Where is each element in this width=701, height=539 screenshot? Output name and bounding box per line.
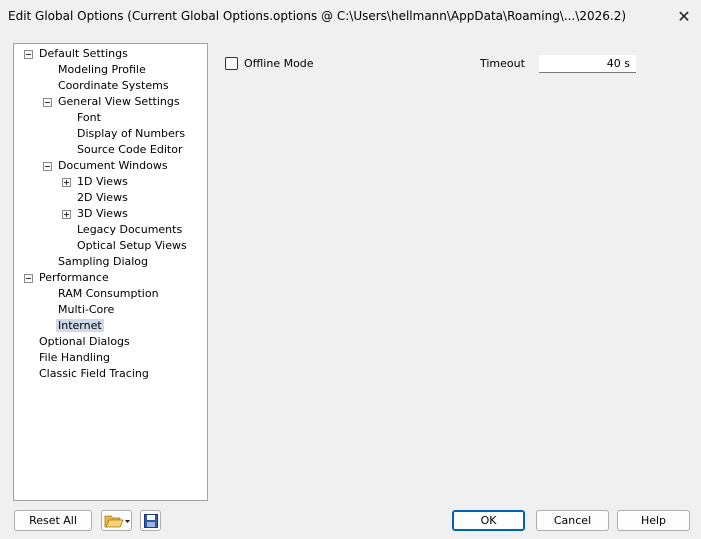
folder-open-icon	[104, 515, 130, 528]
tree-item-multi-core[interactable]: Multi-Core	[58, 302, 114, 318]
tree-item-display-of-numbers[interactable]: Display of Numbers	[77, 126, 185, 142]
tree-item-classic-field-tracing[interactable]: Classic Field Tracing	[39, 366, 149, 382]
tree-item-1d-views[interactable]: 1D Views	[62, 174, 128, 190]
tree-item-label: Optional Dialogs	[39, 335, 130, 348]
tree-item-internet[interactable]: Internet	[56, 318, 104, 334]
tree-item-file-handling[interactable]: File Handling	[39, 350, 110, 366]
tree-item-optional-dialogs[interactable]: Optional Dialogs	[39, 334, 130, 350]
tree-item-label: 1D Views	[77, 175, 128, 188]
save-disk-icon	[143, 513, 158, 528]
offline-mode-checkbox[interactable]	[225, 57, 238, 70]
tree-item-label: 2D Views	[77, 191, 128, 204]
tree-item-label: Font	[77, 111, 101, 124]
close-icon: ✕	[677, 6, 691, 26]
timeout-input[interactable]: 40 s	[539, 55, 636, 73]
tree-item-coordinate-systems[interactable]: Coordinate Systems	[58, 78, 169, 94]
tree-item-label: Optical Setup Views	[77, 239, 187, 252]
tree-item-document-windows[interactable]: Document Windows	[43, 158, 168, 174]
tree-item-label: Coordinate Systems	[58, 79, 169, 92]
tree-item-label: Modeling Profile	[58, 63, 146, 76]
tree-item-label: Document Windows	[58, 159, 168, 172]
tree-item-label: Multi-Core	[58, 303, 115, 316]
options-tree[interactable]: Default Settings Modeling Profile Coordina…	[13, 43, 208, 501]
tree-item-font[interactable]: Font	[77, 110, 101, 126]
collapse-icon[interactable]	[43, 162, 52, 171]
tree-item-label: Source Code Editor	[77, 143, 183, 156]
tree-item-optical-setup-views[interactable]: Optical Setup Views	[77, 238, 187, 254]
offline-mode-label[interactable]: Offline Mode	[244, 57, 314, 71]
expand-icon[interactable]	[62, 210, 71, 219]
tree-item-performance[interactable]: Performance	[24, 270, 109, 286]
tree-item-legacy-documents[interactable]: Legacy Documents	[77, 222, 182, 238]
tree-item-label: Classic Field Tracing	[39, 367, 149, 380]
reset-all-button[interactable]: Reset All	[14, 510, 92, 531]
tree-item-2d-views[interactable]: 2D Views	[77, 190, 128, 206]
collapse-icon[interactable]	[43, 98, 52, 107]
expand-icon[interactable]	[62, 178, 71, 187]
timeout-label: Timeout	[480, 57, 525, 70]
window-title: Edit Global Options (Current Global Opti…	[8, 9, 627, 23]
tree-item-label: 3D Views	[77, 207, 128, 220]
tree-item-label: RAM Consumption	[58, 287, 159, 300]
tree-item-label: Default Settings	[39, 47, 128, 60]
tree-item-sampling-dialog[interactable]: Sampling Dialog	[58, 254, 148, 270]
help-button[interactable]: Help	[617, 510, 690, 531]
tree-item-source-code-editor[interactable]: Source Code Editor	[77, 142, 183, 158]
open-button[interactable]	[101, 510, 132, 531]
collapse-icon[interactable]	[24, 50, 33, 59]
tree-item-label: Legacy Documents	[77, 223, 183, 236]
tree-item-modeling-profile[interactable]: Modeling Profile	[58, 62, 146, 78]
tree-item-label: Sampling Dialog	[58, 255, 149, 268]
tree-item-default-settings[interactable]: Default Settings	[24, 46, 128, 62]
ok-button[interactable]: OK	[452, 510, 525, 531]
tree-item-label: Display of Numbers	[77, 127, 186, 140]
save-button[interactable]	[140, 510, 161, 531]
title-bar: Edit Global Options (Current Global Opti…	[0, 0, 701, 32]
tree-item-label: General View Settings	[58, 95, 180, 108]
tree-item-3d-views[interactable]: 3D Views	[62, 206, 128, 222]
tree-item-label: Performance	[39, 271, 109, 284]
tree-item-label: File Handling	[39, 351, 110, 364]
tree-item-ram-consumption[interactable]: RAM Consumption	[58, 286, 159, 302]
tree-item-general-view-settings[interactable]: General View Settings	[43, 94, 180, 110]
close-button[interactable]: ✕	[667, 0, 701, 32]
tree-item-label: Internet	[56, 319, 104, 332]
collapse-icon[interactable]	[24, 274, 33, 283]
cancel-button[interactable]: Cancel	[536, 510, 609, 531]
